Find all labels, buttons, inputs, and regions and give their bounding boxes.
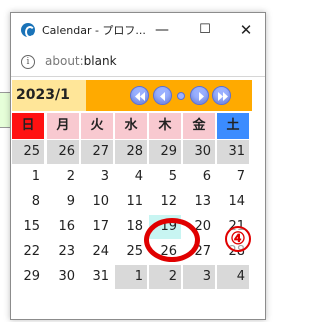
- day-cell[interactable]: 4: [217, 265, 249, 289]
- title-bar: Calendar - プロフ... — ☐ ✕: [11, 13, 265, 47]
- day-cell[interactable]: 17: [81, 215, 113, 239]
- url-text: about:blank: [45, 54, 117, 68]
- next-month-button[interactable]: [190, 86, 209, 105]
- day-cell[interactable]: 13: [183, 190, 215, 214]
- day-cell[interactable]: 26: [47, 140, 79, 164]
- day-cell[interactable]: 11: [115, 190, 147, 214]
- next-year-button[interactable]: [212, 86, 231, 105]
- weekday-sat: 土: [217, 113, 249, 139]
- day-cell[interactable]: 30: [47, 265, 79, 289]
- day-cell[interactable]: 5: [149, 165, 181, 189]
- day-cell[interactable]: 15: [12, 215, 44, 239]
- day-cell[interactable]: 31: [217, 140, 249, 164]
- left-arrow-icon: [160, 92, 165, 101]
- address-bar: i about:blank: [11, 47, 265, 77]
- day-cell[interactable]: 29: [149, 140, 181, 164]
- prev-year-button[interactable]: [130, 86, 149, 105]
- day-cell[interactable]: 31: [81, 265, 113, 289]
- close-button[interactable]: ✕: [235, 19, 257, 41]
- day-cell[interactable]: 1: [115, 265, 147, 289]
- day-cell[interactable]: 23: [47, 240, 79, 264]
- day-cell[interactable]: 2: [47, 165, 79, 189]
- day-cell[interactable]: 1: [12, 165, 44, 189]
- day-cell[interactable]: 22: [12, 240, 44, 264]
- window-title: Calendar - プロフ...: [42, 24, 146, 37]
- minimize-button[interactable]: —: [151, 19, 173, 41]
- url-path: blank: [83, 54, 117, 68]
- day-cell[interactable]: 8: [12, 190, 44, 214]
- url-scheme: about:: [45, 54, 84, 68]
- weekday-mon: 月: [47, 113, 79, 139]
- day-cell[interactable]: 9: [47, 190, 79, 214]
- annotation-number: ④: [225, 226, 251, 252]
- weekday-header-row: 日 月 火 水 木 金 土: [12, 113, 252, 139]
- weekday-sun: 日: [12, 113, 44, 139]
- double-right-arrow-icon: [218, 92, 228, 101]
- day-cell[interactable]: 2: [149, 265, 181, 289]
- maximize-button[interactable]: ☐: [194, 19, 216, 41]
- day-cell[interactable]: 12: [149, 190, 181, 214]
- today-button[interactable]: [177, 92, 185, 100]
- day-cell[interactable]: 29: [12, 265, 44, 289]
- day-cell[interactable]: 3: [81, 165, 113, 189]
- day-cell[interactable]: 26: [149, 240, 181, 264]
- month-label: 2023/1: [12, 80, 86, 111]
- day-cell[interactable]: 3: [183, 265, 215, 289]
- weekday-tue: 火: [81, 113, 113, 139]
- browser-app-icon: [21, 23, 35, 38]
- day-cell[interactable]: 25: [115, 240, 147, 264]
- day-cell[interactable]: 25: [12, 140, 44, 164]
- day-cell[interactable]: 18: [115, 215, 147, 239]
- day-cell[interactable]: 16: [47, 215, 79, 239]
- day-cell[interactable]: 10: [81, 190, 113, 214]
- day-cell[interactable]: 20: [183, 215, 215, 239]
- day-cell[interactable]: 27: [81, 140, 113, 164]
- right-arrow-icon: [199, 92, 204, 101]
- day-cell[interactable]: 30: [183, 140, 215, 164]
- day-cell[interactable]: 28: [115, 140, 147, 164]
- day-cell[interactable]: 6: [183, 165, 215, 189]
- day-cell[interactable]: 27: [183, 240, 215, 264]
- weekday-thu: 木: [149, 113, 181, 139]
- day-cell[interactable]: 24: [81, 240, 113, 264]
- weekday-fri: 金: [183, 113, 215, 139]
- day-cell[interactable]: 7: [217, 165, 249, 189]
- double-left-arrow-icon: [135, 92, 145, 101]
- day-cell[interactable]: 4: [115, 165, 147, 189]
- day-cell[interactable]: 19: [149, 215, 181, 239]
- day-cell[interactable]: 14: [217, 190, 249, 214]
- info-icon[interactable]: i: [21, 55, 35, 69]
- weekday-wed: 水: [115, 113, 147, 139]
- prev-month-button[interactable]: [153, 86, 172, 105]
- calendar-header: 2023/1: [12, 80, 252, 111]
